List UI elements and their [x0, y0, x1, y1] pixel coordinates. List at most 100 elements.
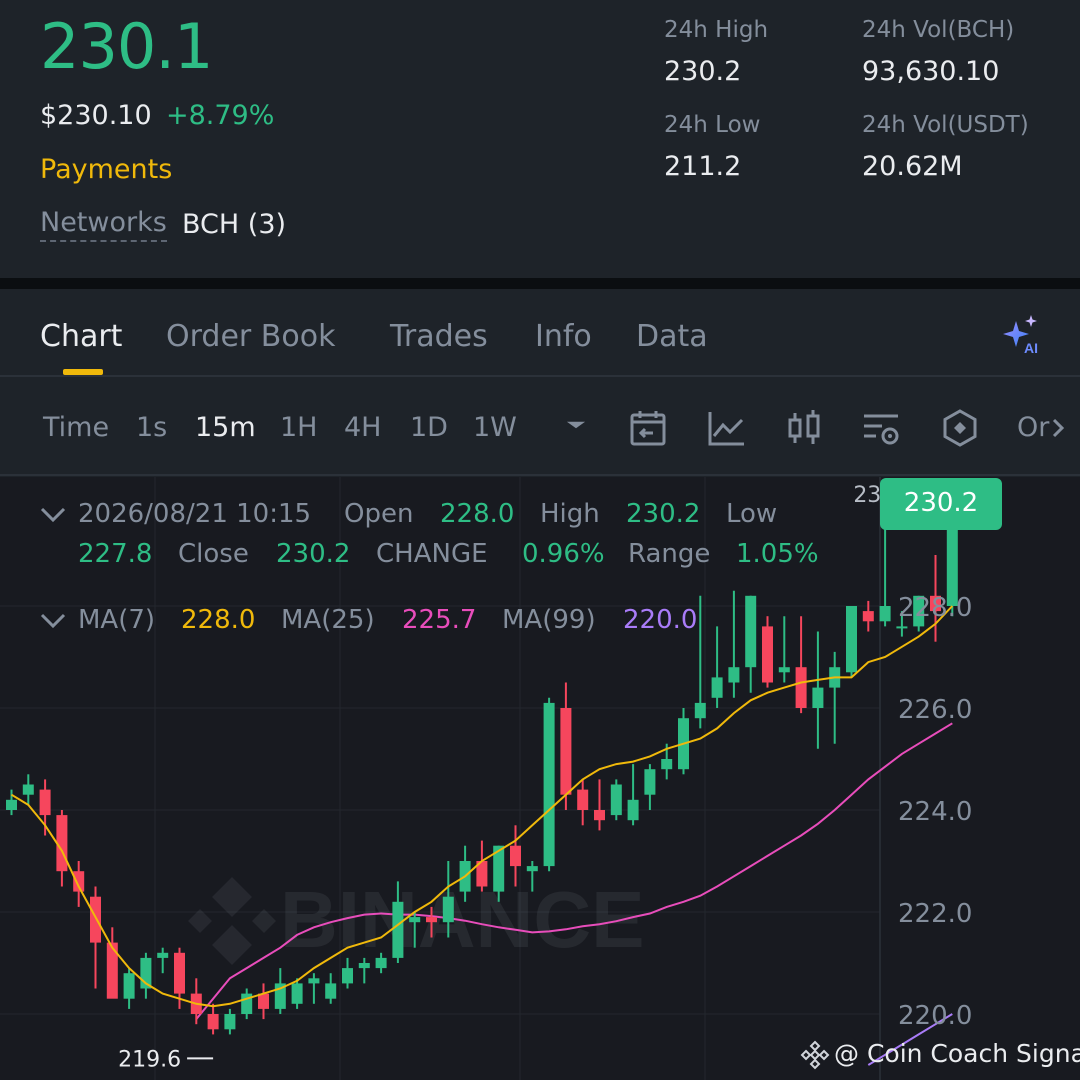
candle-body — [6, 799, 17, 810]
candle — [846, 606, 857, 678]
stat-24h-vol-base-label: 24h Vol(BCH) — [862, 17, 1015, 43]
chevron-down-icon[interactable] — [40, 505, 66, 525]
candle — [745, 595, 757, 693]
stat-24h-vol-quote-label: 24h Vol(USDT) — [862, 112, 1029, 138]
ohlc-open-label: Open — [344, 499, 414, 529]
tab-data[interactable]: Data — [636, 319, 708, 354]
low-marker-label: 219.6 — [118, 1047, 181, 1072]
ticker-header: 230.1 $230.10 +8.79% Payments Networks B… — [0, 0, 1080, 278]
candle — [56, 810, 68, 887]
tab-order-book[interactable]: Order Book — [166, 319, 335, 354]
tab-chart[interactable]: Chart — [40, 319, 122, 354]
candle — [728, 590, 740, 698]
candle-body — [358, 963, 370, 969]
ohlc-low-label: Low — [726, 499, 778, 529]
candle — [879, 524, 891, 627]
ma25-line — [195, 722, 953, 1020]
candle — [6, 789, 17, 816]
timeframe-1d[interactable]: 1D — [410, 412, 448, 443]
candle-body — [644, 769, 656, 795]
candle — [123, 968, 135, 1009]
candle-body — [308, 978, 320, 984]
line-chart-icon[interactable] — [706, 408, 746, 448]
current-price-tag-text: 230.2 — [903, 488, 979, 518]
candle-body — [258, 993, 269, 1009]
candle — [644, 764, 656, 810]
candle-body — [879, 606, 891, 622]
calendar-back-icon[interactable] — [628, 408, 668, 448]
candle-body — [577, 789, 589, 810]
candle — [610, 779, 622, 821]
candle-body — [392, 901, 404, 958]
candle-body — [661, 759, 673, 770]
ma-chevron-down-icon[interactable] — [40, 611, 66, 631]
ohlc-high-value: 230.2 — [626, 499, 701, 529]
tab-trades[interactable]: Trades — [390, 319, 488, 354]
timeframe-15m[interactable]: 15m — [195, 412, 256, 443]
timeframe-1h[interactable]: 1H — [280, 412, 317, 443]
candle-body — [812, 687, 824, 708]
timeframe-1w[interactable]: 1W — [473, 412, 517, 443]
current-price-tag: 230.2 — [880, 478, 1002, 530]
candle-body — [762, 626, 773, 683]
price-chart[interactable]: BINANCE 230.2219.6 228.0226.0224.0222.02… — [0, 477, 1080, 1080]
candle-body — [560, 708, 572, 795]
ma99-value: 220.0 — [623, 605, 698, 635]
timeframe-1s[interactable]: 1s — [136, 412, 167, 443]
candle-body — [728, 667, 740, 683]
y-tick-label: 226.0 — [898, 695, 972, 725]
candle-body — [745, 595, 757, 668]
timeframe-4h[interactable]: 4H — [344, 412, 381, 443]
candle-body — [207, 1014, 219, 1030]
timeframe-time[interactable]: Time — [43, 412, 109, 443]
candle-settings-icon[interactable] — [784, 408, 824, 448]
ohlc-datetime: 2026/08/21 10:15 — [78, 499, 312, 529]
candle-body — [594, 810, 605, 821]
candle — [594, 779, 605, 831]
stat-24h-high-value: 230.2 — [664, 56, 742, 87]
candle-body — [896, 626, 908, 629]
ohlc-open-value: 228.0 — [440, 499, 515, 529]
candle — [762, 616, 773, 688]
candle — [224, 1008, 236, 1035]
ma99-label: MA(99) — [502, 605, 596, 635]
candle — [22, 774, 34, 805]
candle — [678, 708, 689, 775]
ohlc-high-label: High — [540, 499, 600, 529]
price-change-percent: +8.79% — [166, 100, 275, 131]
ma7-value: 228.0 — [181, 605, 256, 635]
candle — [627, 764, 639, 826]
candle — [106, 927, 118, 999]
y-tick-label: 228.0 — [898, 593, 972, 623]
toolbar-more-label[interactable]: Or — [1017, 412, 1049, 443]
candle — [274, 968, 286, 1014]
candle-body — [442, 896, 454, 923]
indicator-settings-icon[interactable] — [862, 408, 902, 448]
more-icon[interactable] — [1046, 408, 1072, 448]
usd-price: $230.10 — [40, 100, 152, 131]
stat-24h-vol-base-value: 93,630.10 — [862, 56, 1000, 87]
candle — [157, 947, 169, 974]
tab-bar: Chart Order Book Trades Info Data AI — [0, 289, 1080, 377]
ohlc-change-value: 0.96% — [522, 539, 605, 569]
candle-body — [409, 917, 421, 923]
candle — [90, 886, 101, 989]
candle-body — [157, 952, 169, 958]
ohlc-close-value: 230.2 — [276, 539, 351, 569]
candle — [778, 616, 790, 683]
ohlc-range-value: 1.05% — [736, 539, 819, 569]
candle — [577, 779, 589, 826]
y-tick-label: 224.0 — [898, 797, 972, 827]
candle-body — [291, 983, 303, 1004]
dropdown-caret-icon[interactable] — [556, 408, 596, 448]
candle-body — [543, 702, 555, 867]
candle — [829, 651, 841, 744]
ohlc-range-label: Range — [628, 539, 711, 569]
candle-body — [123, 973, 135, 999]
tab-info[interactable]: Info — [535, 319, 592, 354]
sparkle-ai-icon[interactable]: AI — [998, 313, 1046, 357]
binance-logo-icon — [800, 1040, 830, 1070]
networks-label[interactable]: Networks — [40, 207, 167, 242]
hexagon-icon[interactable] — [940, 408, 980, 448]
category-tag[interactable]: Payments — [40, 154, 172, 185]
